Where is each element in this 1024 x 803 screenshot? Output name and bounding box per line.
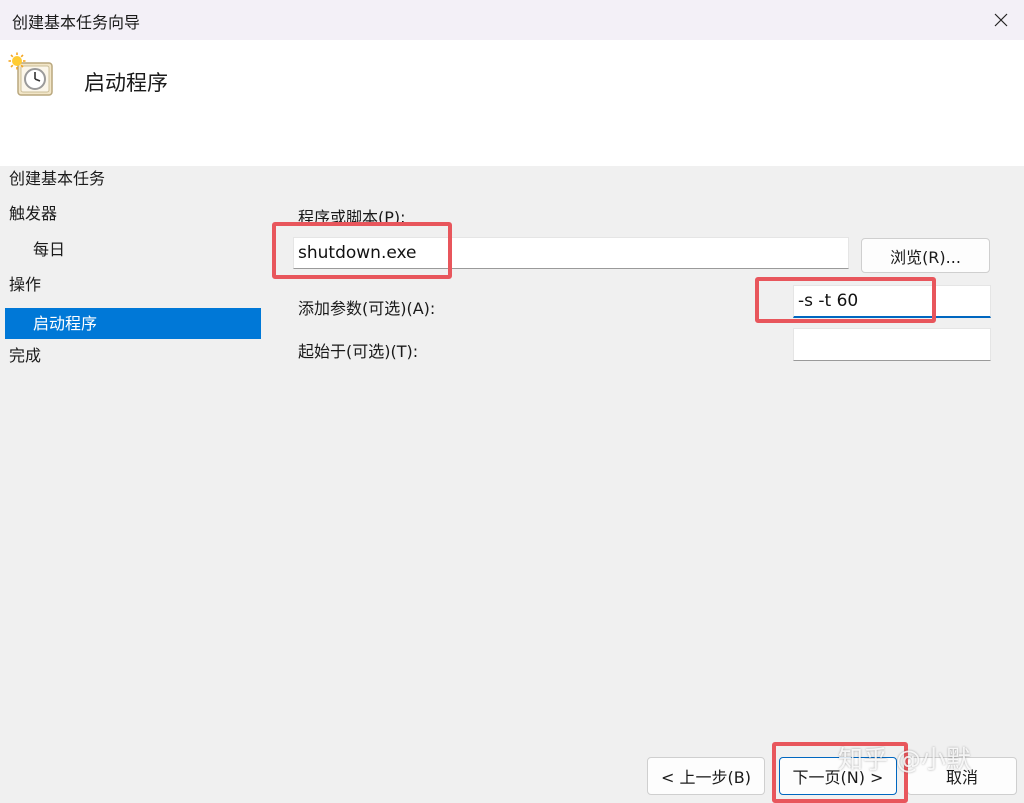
title-bar: 创建基本任务向导	[0, 0, 1024, 40]
next-button[interactable]: 下一页(N) >	[779, 757, 897, 795]
program-input[interactable]	[293, 237, 849, 269]
nav-item-trigger[interactable]: 触发器	[5, 198, 261, 229]
back-button[interactable]: < 上一步(B)	[647, 757, 765, 795]
nav-item-finish[interactable]: 完成	[5, 340, 261, 371]
args-label: 添加参数(可选)(A):	[298, 299, 436, 318]
wizard-steps-nav: 创建基本任务 触发器 每日 操作 启动程序 完成	[0, 166, 270, 803]
cancel-button[interactable]: 取消	[907, 757, 1017, 795]
nav-item-action[interactable]: 操作	[5, 269, 261, 300]
nav-item-create-basic-task[interactable]: 创建基本任务	[5, 163, 261, 194]
nav-item-start-program[interactable]: 启动程序	[5, 308, 261, 339]
task-clock-icon	[8, 52, 53, 96]
args-input[interactable]	[793, 285, 991, 318]
start-in-input[interactable]	[793, 328, 991, 361]
nav-item-daily[interactable]: 每日	[5, 234, 261, 265]
close-icon	[994, 13, 1008, 27]
program-label: 程序或脚本(P):	[298, 208, 406, 227]
page-title: 启动程序	[84, 71, 168, 95]
wizard-header: 启动程序	[0, 40, 1024, 166]
window-title: 创建基本任务向导	[12, 13, 141, 32]
close-button[interactable]	[978, 0, 1024, 40]
start-in-label: 起始于(可选)(T):	[298, 342, 419, 361]
browse-button[interactable]: 浏览(R)...	[861, 238, 990, 273]
